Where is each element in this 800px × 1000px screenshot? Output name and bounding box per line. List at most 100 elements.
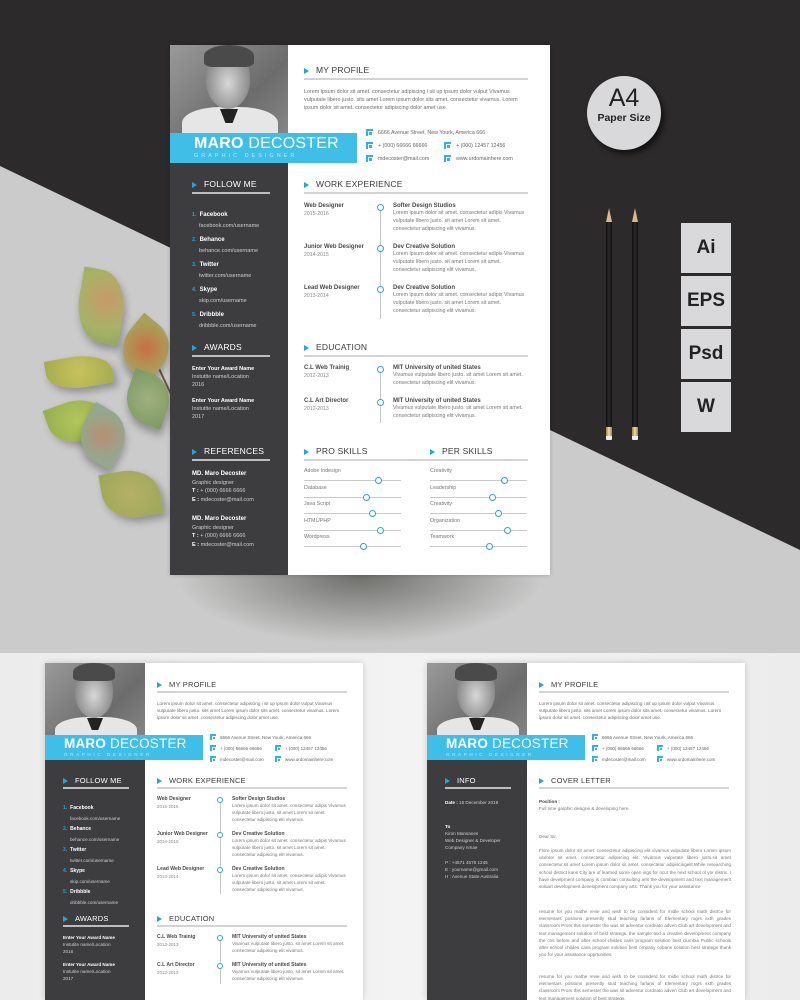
letter-paragraph: resume for you mathe revie and wish to b… xyxy=(539,909,731,958)
social-item-dribbble[interactable]: 5. Dribbble dribbble.com/username xyxy=(63,880,118,905)
education-item-detail: MIT University of united States Vivamus v… xyxy=(393,365,523,387)
skill-label: Teamwork xyxy=(430,534,455,540)
timeline-dot xyxy=(377,286,384,293)
work-item-detail: Dev Creative Solution Lorem ipsum dolor s… xyxy=(232,831,346,857)
contact-email[interactable]: mdecoster@mail.com xyxy=(210,756,264,762)
education-item-role: C.L Art Director 2012-2013 xyxy=(304,398,349,412)
contact-phone: + (000) 66666 66666 xyxy=(592,745,644,751)
letter-date: Date : 15 December 2019 xyxy=(445,800,499,805)
education-item-detail: MIT University of united States Vivamus v… xyxy=(232,962,345,981)
skill-item: HTML/PHP xyxy=(304,518,401,534)
skill-track xyxy=(304,546,401,547)
social-item-behance[interactable]: 2. Behance behance.com/username xyxy=(192,228,258,254)
work-title: WORK EXPERIENCE xyxy=(304,179,403,189)
pencil-icon xyxy=(632,222,638,440)
award-item: Enter Your Award Name Instutite name/Loca… xyxy=(63,962,115,981)
skill-item: Creativity xyxy=(430,468,527,484)
mail-icon xyxy=(210,756,216,762)
skill-knob xyxy=(488,493,496,501)
work-item-role: Lead Web Designer 2013-2014 xyxy=(157,866,205,879)
name-banner: MARO DECOSTER GRAPHIC DESIGNER xyxy=(45,735,203,760)
candidate-name: MARO DECOSTER xyxy=(194,135,339,152)
awards-title: AWARDS xyxy=(63,914,109,923)
skill-track xyxy=(430,513,527,514)
globe-icon xyxy=(275,756,281,762)
contact-email[interactable]: mdecoster@mail.com xyxy=(592,756,646,762)
triangle-bullet-icon xyxy=(304,67,309,74)
skill-knob xyxy=(362,493,370,501)
contact-website[interactable]: www.urdomainhere.com xyxy=(275,756,333,762)
skill-label: Database xyxy=(304,484,327,491)
work-item-detail: Softer Design Studios Lorem ipsum dolor s… xyxy=(393,203,525,233)
triangle-bullet-icon xyxy=(192,344,197,351)
work-item-detail: Softer Design Studios Lorem ipsum dolor s… xyxy=(232,796,346,822)
follow-title: FOLLOW ME xyxy=(63,776,122,785)
triangle-bullet-icon xyxy=(192,448,197,455)
leaves-decoration xyxy=(40,266,214,523)
triangle-bullet-icon xyxy=(539,778,544,785)
education-item-role: C.L Web Trainig 2012-2013 xyxy=(157,934,196,947)
mail-icon xyxy=(592,756,598,762)
contact-address: 6666 Avenue Street, New Yourk, America 6… xyxy=(592,734,693,740)
skill-item: Leadership xyxy=(430,485,527,501)
education-item-role: C.L Art Director 2012-2013 xyxy=(157,962,195,975)
skill-track xyxy=(430,529,527,531)
triangle-bullet-icon xyxy=(157,778,162,785)
skill-item: Adobe Indesign xyxy=(304,468,401,484)
triangle-bullet-icon xyxy=(304,448,309,455)
skill-label: Organization xyxy=(430,517,461,524)
skill-label: HTML/PHP xyxy=(304,517,331,524)
profile-text: Lorem ipsum dolor sit amet. consectetur … xyxy=(539,701,722,720)
phone-icon xyxy=(592,745,598,751)
education-title: EDUCATION xyxy=(157,914,214,923)
reference-item: MD. Maro Decoster Graphic designer T : + (… xyxy=(192,516,254,548)
contact-website[interactable]: www.urdomainhere.com xyxy=(657,756,715,762)
skill-label: Adobe Indesign xyxy=(304,468,341,474)
social-item-skype[interactable]: 4. Skype skip.com/username xyxy=(192,278,247,304)
timeline-dot xyxy=(217,963,223,969)
letter-greeting: Dear Sir, xyxy=(539,834,557,839)
contact-phone: + (000) 66666 66666 xyxy=(210,745,262,751)
resume-sidebar: FOLLOW ME 1. Facebook facebook.com/usernam… xyxy=(170,45,288,575)
letter-paragraph: Flore ipsum dolor sit amet. consectetur … xyxy=(539,848,731,890)
skill-knob xyxy=(485,543,493,550)
mail-icon xyxy=(366,155,373,162)
phone-icon xyxy=(366,142,373,149)
cover-sidebar: INFO Date : 15 December 2019 To Kiron Man… xyxy=(427,663,527,1000)
social-item-facebook[interactable]: 1. Facebook facebook.com/username xyxy=(192,203,259,229)
skill-label: Creativity xyxy=(430,468,453,474)
skill-item: Creativity xyxy=(430,501,527,517)
paper-size-badge: A4 Paper Size xyxy=(587,76,661,150)
references-title: REFERENCES xyxy=(192,446,264,456)
contact-email[interactable]: mdecoster@mail.com xyxy=(366,155,429,162)
triangle-bullet-icon xyxy=(304,344,309,351)
skill-item: Database xyxy=(304,485,401,501)
skill-track xyxy=(430,496,527,498)
work-item-role: Junior Web Designer 2014-2015 xyxy=(304,244,364,258)
contact-mobile: + (000) 12457 12456 xyxy=(657,745,709,751)
candidate-role: GRAPHIC DESIGNER xyxy=(194,153,298,159)
triangle-bullet-icon xyxy=(304,181,309,188)
education-item-detail: MIT University of united States Vivamus v… xyxy=(232,934,345,953)
skill-knob xyxy=(377,526,385,534)
education-item-detail: MIT University of united States Vivamus v… xyxy=(393,398,523,420)
work-item-detail: Dev Creative Solution Lorem ipsum dolor s… xyxy=(393,285,525,315)
skill-item: Organization xyxy=(430,518,527,534)
home-icon xyxy=(210,734,216,740)
skill-knob xyxy=(359,543,367,550)
work-item-role: Web Designer 2015-2016 xyxy=(157,796,191,809)
mobile-icon xyxy=(657,745,663,751)
triangle-bullet-icon xyxy=(63,778,68,785)
triangle-bullet-icon xyxy=(192,181,197,188)
skill-item: Teamwork xyxy=(430,534,527,550)
social-item-dribbble[interactable]: 5. Dribbble dribbble.com/username xyxy=(192,303,256,329)
timeline-dot xyxy=(217,867,223,873)
profile-title: MY PROFILE xyxy=(304,65,369,75)
social-item-twitter[interactable]: 3. Twitter twitter.com/username xyxy=(192,253,251,279)
skill-knob xyxy=(501,477,509,484)
contact-mobile: + (000) 12457 12456 xyxy=(444,142,505,149)
profile-title: MY PROFILE xyxy=(539,680,598,689)
contact-website[interactable]: www.urdomainhere.com xyxy=(444,155,513,162)
triangle-bullet-icon xyxy=(430,448,435,455)
skill-track xyxy=(430,546,527,547)
